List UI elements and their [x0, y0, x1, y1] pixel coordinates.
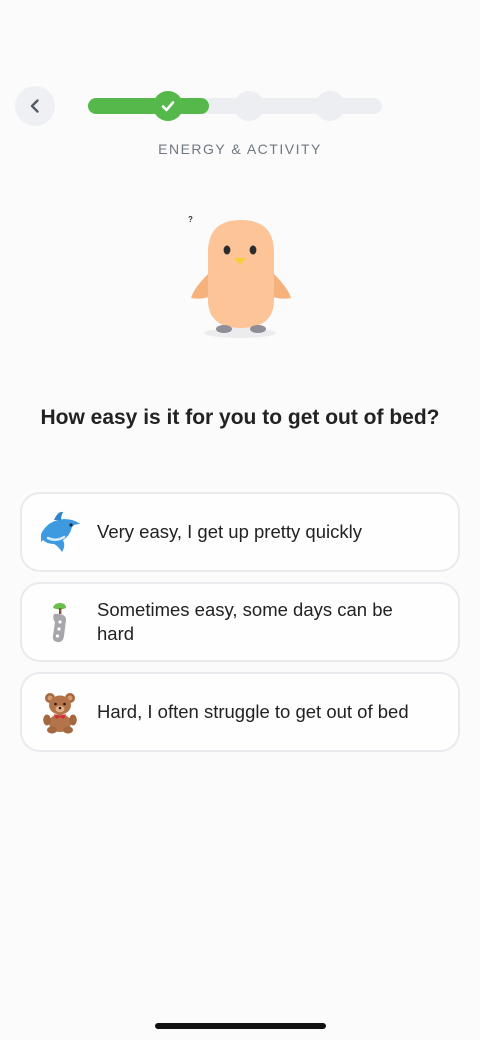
progress-step-3	[315, 91, 345, 121]
home-indicator	[155, 1023, 326, 1029]
thought-mark: ?	[188, 215, 193, 224]
option-very-easy[interactable]: Very easy, I get up pretty quickly	[20, 492, 460, 572]
chevron-left-icon	[30, 99, 39, 113]
progress-step-2	[234, 91, 264, 121]
section-label: ENERGY & ACTIVITY	[158, 141, 322, 157]
progress-step-1	[153, 91, 183, 121]
question-title: How easy is it for you to get out of bed…	[40, 406, 440, 429]
dolphin-icon	[41, 511, 80, 552]
option-label: Sometimes easy, some days can be hard	[97, 599, 393, 644]
answer-options: Very easy, I get up pretty quickly Somet…	[20, 492, 460, 762]
option-label: Very easy, I get up pretty quickly	[97, 521, 362, 542]
option-label: Hard, I often struggle to get out of bed	[97, 701, 409, 722]
progress-bar	[88, 91, 382, 121]
option-hard[interactable]: Hard, I often struggle to get out of bed	[20, 672, 460, 752]
sloth-on-branch-icon	[52, 603, 66, 643]
progress-fill	[88, 98, 209, 114]
chick-mascot-icon: ?	[188, 215, 291, 338]
teddy-bear-icon	[43, 693, 77, 734]
checkmark-icon	[161, 101, 175, 112]
option-sometimes-easy[interactable]: Sometimes easy, some days can be hard	[20, 582, 460, 662]
back-button[interactable]	[15, 86, 55, 126]
